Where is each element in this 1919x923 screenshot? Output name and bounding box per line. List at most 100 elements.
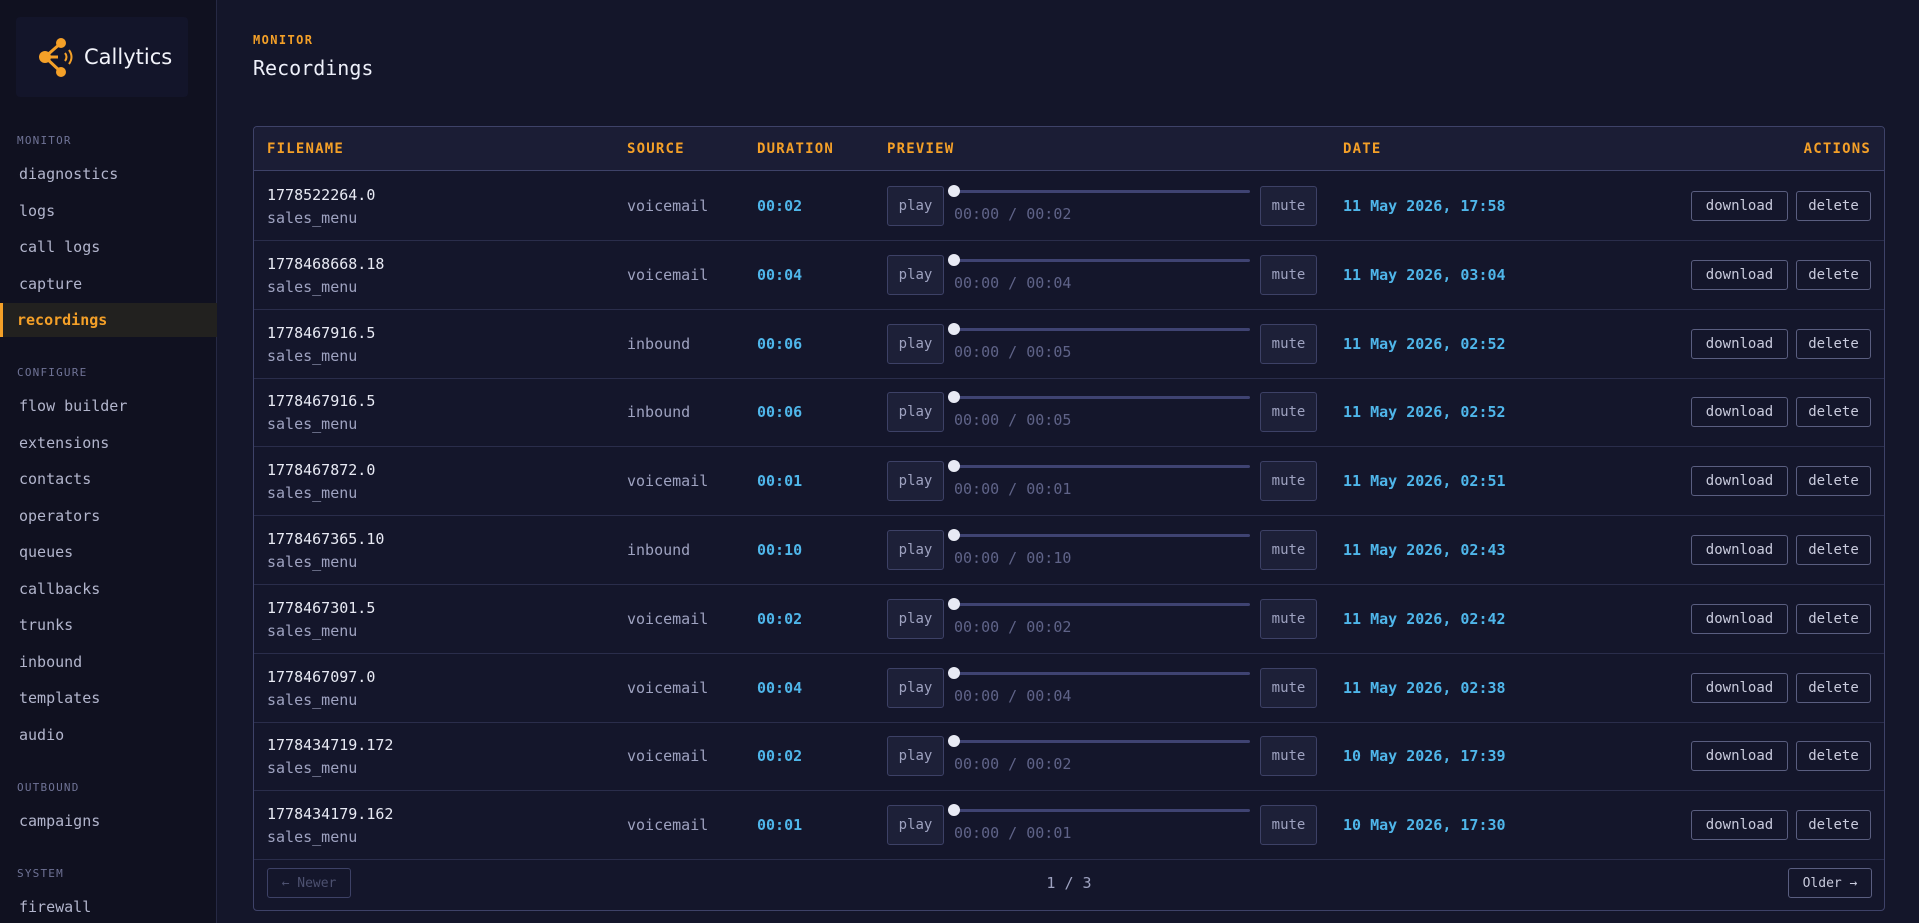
delete-button[interactable]: delete — [1796, 535, 1871, 565]
sidebar-item-call-logs[interactable]: call logs — [0, 230, 217, 264]
mute-button[interactable]: mute — [1260, 667, 1317, 708]
seek-handle[interactable] — [948, 253, 960, 266]
delete-button[interactable]: delete — [1796, 328, 1871, 359]
recording-filename: 1778468668.18 — [267, 254, 385, 273]
seek-slider[interactable] — [954, 327, 1250, 331]
play-button[interactable]: play — [887, 736, 944, 777]
play-button[interactable]: play — [887, 805, 944, 846]
seek-slider[interactable] — [954, 465, 1250, 469]
delete-button[interactable]: delete — [1796, 603, 1871, 634]
download-button[interactable]: download — [1691, 741, 1788, 772]
delete-button[interactable]: delete — [1796, 466, 1871, 497]
mute-button[interactable]: mute — [1260, 736, 1317, 777]
seek-slider[interactable] — [954, 671, 1250, 675]
recording-context: sales_menu — [267, 484, 358, 503]
delete-button[interactable]: delete — [1796, 191, 1871, 221]
seek-handle[interactable] — [948, 597, 960, 610]
recording-source: voicemail — [627, 816, 709, 835]
page-title: Recordings — [253, 56, 374, 80]
recording-source: inbound — [627, 334, 691, 353]
seek-handle[interactable] — [948, 735, 960, 748]
playback-time: 00:00 / 00:02 — [954, 755, 1072, 774]
seek-handle[interactable] — [948, 666, 960, 679]
download-button[interactable]: download — [1691, 810, 1788, 841]
mute-button[interactable]: mute — [1260, 461, 1317, 502]
play-button[interactable]: play — [887, 598, 944, 639]
recording-date: 11 May 2026, 02:38 — [1343, 678, 1506, 697]
recording-source: inbound — [627, 403, 691, 422]
column-header-date: DATE — [1343, 141, 1382, 157]
recording-duration: 00:01 — [757, 472, 803, 491]
sidebar-item-inbound[interactable]: inbound — [0, 645, 217, 679]
delete-button[interactable]: delete — [1796, 259, 1871, 290]
seek-slider[interactable] — [954, 258, 1250, 262]
seek-handle[interactable] — [948, 529, 960, 541]
delete-button[interactable]: delete — [1796, 672, 1871, 703]
recording-duration: 00:01 — [757, 816, 803, 835]
download-button[interactable]: download — [1691, 191, 1788, 221]
mute-button[interactable]: mute — [1260, 392, 1317, 433]
seek-handle[interactable] — [948, 322, 960, 335]
seek-slider[interactable] — [954, 809, 1250, 813]
sidebar-item-firewall[interactable]: firewall — [0, 890, 217, 923]
sidebar-item-templates[interactable]: templates — [0, 681, 217, 715]
seek-handle[interactable] — [948, 460, 960, 473]
mute-button[interactable]: mute — [1260, 323, 1317, 364]
sidebar-item-extensions[interactable]: extensions — [0, 426, 217, 460]
mute-button[interactable]: mute — [1260, 805, 1317, 846]
play-button[interactable]: play — [887, 530, 944, 570]
download-button[interactable]: download — [1691, 466, 1788, 497]
seek-slider[interactable] — [954, 534, 1250, 537]
recording-duration: 00:04 — [757, 678, 803, 697]
delete-button[interactable]: delete — [1796, 810, 1871, 841]
play-button[interactable]: play — [887, 186, 944, 226]
play-button[interactable]: play — [887, 323, 944, 364]
seek-handle[interactable] — [948, 185, 960, 197]
sidebar-item-contacts[interactable]: contacts — [0, 462, 217, 496]
seek-handle[interactable] — [948, 804, 960, 817]
play-button[interactable]: play — [887, 392, 944, 433]
download-button[interactable]: download — [1691, 397, 1788, 428]
download-button[interactable]: download — [1691, 672, 1788, 703]
sidebar-item-trunks[interactable]: trunks — [0, 608, 217, 642]
table-header: FILENAME SOURCE DURATION PREVIEW DATE AC… — [254, 127, 1884, 171]
sidebar-item-audio[interactable]: audio — [0, 718, 217, 752]
mute-button[interactable]: mute — [1260, 254, 1317, 295]
brand-name: Callytics — [84, 45, 173, 69]
sidebar-item-diagnostics[interactable]: diagnostics — [0, 157, 217, 191]
nav-section-system: SYSTEM — [17, 867, 64, 880]
sidebar-item-queues[interactable]: queues — [0, 535, 217, 569]
sidebar-item-recordings[interactable]: recordings — [0, 303, 217, 337]
download-button[interactable]: download — [1691, 259, 1788, 290]
mute-button[interactable]: mute — [1260, 598, 1317, 639]
seek-slider[interactable] — [954, 190, 1250, 193]
download-button[interactable]: download — [1691, 328, 1788, 359]
mute-button[interactable]: mute — [1260, 186, 1317, 226]
table-row: 1778467916.5 sales_menu inbound 00:06 play 00… — [254, 310, 1884, 379]
seek-slider[interactable] — [954, 602, 1250, 606]
recordings-table: FILENAME SOURCE DURATION PREVIEW DATE AC… — [253, 126, 1885, 911]
column-header-filename: FILENAME — [267, 141, 345, 157]
sidebar-item-campaigns[interactable]: campaigns — [0, 804, 217, 838]
delete-button[interactable]: delete — [1796, 741, 1871, 772]
delete-button[interactable]: delete — [1796, 397, 1871, 428]
older-button[interactable]: Older → — [1788, 868, 1872, 898]
download-button[interactable]: download — [1691, 603, 1788, 634]
sidebar-item-flow-builder[interactable]: flow builder — [0, 389, 217, 423]
sidebar-item-operators[interactable]: operators — [0, 499, 217, 533]
download-button[interactable]: download — [1691, 535, 1788, 565]
play-button[interactable]: play — [887, 461, 944, 502]
mute-button[interactable]: mute — [1260, 530, 1317, 570]
recording-date: 11 May 2026, 03:04 — [1343, 265, 1506, 284]
sidebar-item-capture[interactable]: capture — [0, 267, 217, 301]
column-header-source: SOURCE — [627, 141, 685, 157]
seek-slider[interactable] — [954, 740, 1250, 744]
brand[interactable]: Callytics — [16, 17, 188, 97]
seek-slider[interactable] — [954, 396, 1250, 400]
sidebar-item-callbacks[interactable]: callbacks — [0, 572, 217, 606]
playback-time: 00:00 / 00:01 — [954, 824, 1072, 843]
sidebar-item-logs[interactable]: logs — [0, 194, 217, 228]
seek-handle[interactable] — [948, 391, 960, 404]
play-button[interactable]: play — [887, 667, 944, 708]
play-button[interactable]: play — [887, 254, 944, 295]
